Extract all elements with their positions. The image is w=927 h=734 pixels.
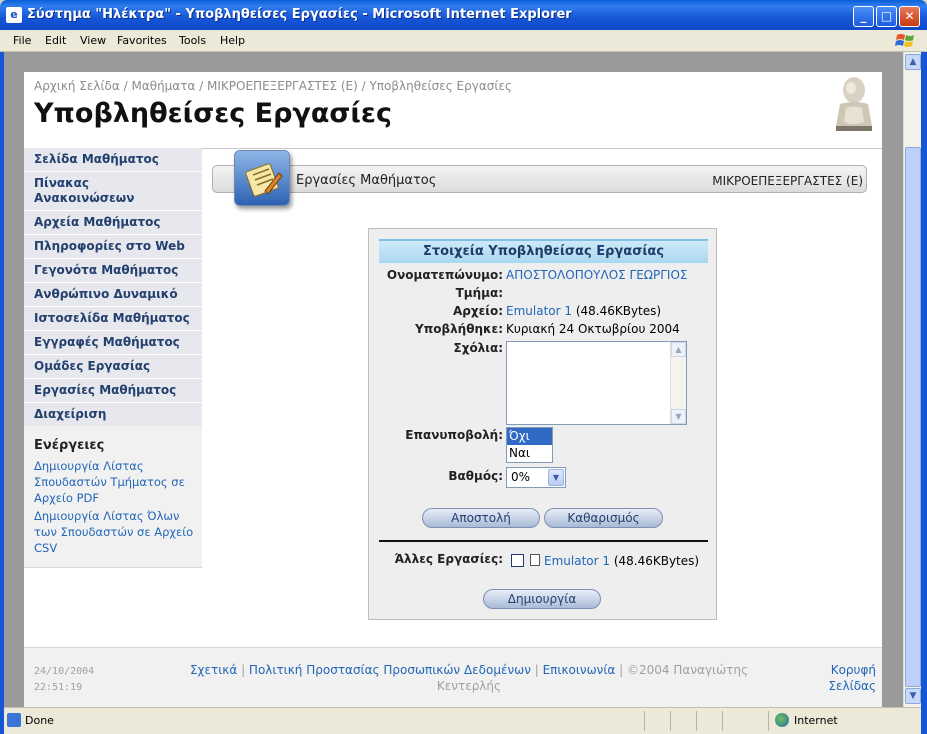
file-link[interactable]: Emulator 1	[506, 304, 572, 318]
footer-link-privacy[interactable]: Πολιτική Προστασίας Προσωπικών Δεδομένων	[249, 663, 531, 677]
status-separator	[670, 711, 671, 731]
menu-edit[interactable]: Edit	[45, 34, 66, 47]
window-frame-right	[921, 52, 927, 734]
browser-viewport: Αρχική Σελίδα / Μαθήματα / ΜΙΚΡΟΕΠΕΞΕΡΓΑ…	[4, 52, 903, 707]
other-assignments-label: Άλλες Εργασίες:	[394, 552, 503, 566]
sidebar-item-course-page[interactable]: Σελίδα Μαθήματος	[24, 148, 202, 172]
sidebar-item-staff[interactable]: Ανθρώπινο Δυναμικό	[24, 283, 202, 307]
sidebar-item-course-website[interactable]: Ιστοσελίδα Μαθήματος	[24, 307, 202, 331]
file-size: (48.46KBytes)	[572, 304, 662, 318]
sidebar: Σελίδα Μαθήματος Πίνακας Ανακοινώσεων Αρ…	[24, 148, 202, 568]
other-assignment-checkbox[interactable]	[511, 554, 524, 567]
sidebar-item-web-info[interactable]: Πληροφορίες στο Web	[24, 235, 202, 259]
scroll-up-icon[interactable]: ▲	[671, 342, 686, 357]
resubmit-listbox[interactable]: Όχι Ναι	[506, 427, 553, 463]
sidebar-item-course-events[interactable]: Γεγονότα Μαθήματος	[24, 259, 202, 283]
menu-favorites[interactable]: Favorites	[117, 34, 167, 47]
menu-tools[interactable]: Tools	[179, 34, 206, 47]
menu-bar: File Edit View Favorites Tools Help	[0, 30, 927, 52]
menu-view[interactable]: View	[80, 34, 106, 47]
submitted-label: Υποβλήθηκε:	[415, 322, 503, 336]
file-icon	[530, 554, 540, 566]
security-zone-label: Internet	[794, 714, 838, 727]
sidebar-item-work-groups[interactable]: Ομάδες Εργασίας	[24, 355, 202, 379]
window-title: Σύστημα "Ηλέκτρα" - Υποβληθείσες Εργασίε…	[27, 7, 572, 22]
comments-label: Σχόλια:	[453, 341, 504, 355]
windows-logo-icon	[895, 34, 914, 47]
section-course-name: ΜΙΚΡΟΕΠΕΞΕΡΓΑΣΤΕΣ (Ε)	[712, 174, 863, 188]
status-separator	[644, 711, 645, 731]
resubmit-option-no[interactable]: Όχι	[507, 428, 552, 445]
statue-logo-icon	[836, 77, 872, 131]
status-separator	[722, 711, 723, 731]
internet-zone-icon	[775, 713, 789, 727]
submission-details-box: Στοιχεία Υποβληθείσας Εργασίας Ονοματεπώ…	[368, 228, 717, 620]
submit-button[interactable]: Αποστολή	[422, 508, 540, 528]
other-file-value: Emulator 1 (48.46KBytes)	[544, 554, 699, 568]
status-bar: Done Internet	[4, 707, 921, 734]
minimize-button[interactable]: _	[853, 6, 874, 27]
ie-icon: e	[6, 7, 22, 23]
name-label: Ονοματεπώνυμο:	[386, 268, 503, 282]
grade-label: Βαθμός:	[448, 469, 503, 483]
sidebar-item-announcements[interactable]: Πίνακας Ανακοινώσεων	[24, 172, 202, 211]
maximize-button[interactable]: □	[876, 6, 897, 27]
scroll-up-icon[interactable]: ▲	[905, 54, 921, 70]
actions-panel: Ενέργειες Δημιουργία Λίστας Σπουδαστών Τ…	[24, 426, 202, 568]
breadcrumb[interactable]: Αρχική Σελίδα / Μαθήματα / ΜΙΚΡΟΕΠΕΞΕΡΓΑ…	[34, 79, 512, 93]
sidebar-item-course-files[interactable]: Αρχεία Μαθήματος	[24, 211, 202, 235]
footer-date: 24/10/2004	[34, 666, 95, 677]
student-name-link[interactable]: ΑΠΟΣΤΟΛΟΠΟΥΛΟΣ ΓΕΩΡΓΙΟΣ	[506, 268, 687, 282]
submitted-date: Κυριακή 24 Οκτωβρίου 2004	[506, 322, 680, 336]
sidebar-item-administration[interactable]: Διαχείριση	[24, 403, 202, 427]
file-label: Αρχείο:	[452, 304, 503, 318]
page-footer: 24/10/2004 22:51:19 Σχετικά | Πολιτική Π…	[24, 648, 882, 707]
status-separator	[768, 711, 769, 731]
action-create-pdf-list[interactable]: Δημιουργία Λίστας Σπουδαστών Τμήματος σε…	[34, 458, 194, 506]
back-to-top-link[interactable]: Κορυφή Σελίδας	[816, 662, 876, 694]
menu-file[interactable]: File	[13, 34, 31, 47]
footer-link-contact[interactable]: Επικοινωνία	[543, 663, 616, 677]
sidebar-item-assignments[interactable]: Εργασίες Μαθήματος	[24, 379, 202, 403]
section-title: Εργασίες Μαθήματος	[296, 173, 437, 188]
sidebar-item-enrollments[interactable]: Εγγραφές Μαθήματος	[24, 331, 202, 355]
resubmit-label: Επανυποβολή:	[405, 428, 503, 442]
chevron-down-icon[interactable]: ▼	[548, 469, 564, 486]
form-header: Στοιχεία Υποβληθείσας Εργασίας	[379, 239, 708, 263]
menu-help[interactable]: Help	[220, 34, 245, 47]
action-create-csv-list[interactable]: Δημιουργία Λίστας Όλων των Σπουδαστών σε…	[34, 508, 194, 556]
comments-scrollbar[interactable]: ▲ ▼	[670, 342, 686, 424]
grade-select[interactable]: 0% ▼	[506, 467, 566, 488]
actions-title: Ενέργειες	[34, 438, 105, 453]
grade-value: 0%	[511, 470, 531, 484]
clear-button[interactable]: Καθαρισμός	[544, 508, 663, 528]
assignments-icon	[234, 150, 290, 206]
page-scrollbar[interactable]: ▲ ▼	[903, 52, 921, 707]
resubmit-option-yes[interactable]: Ναι	[507, 445, 552, 462]
footer-links: Σχετικά | Πολιτική Προστασίας Προσωπικών…	[189, 663, 749, 693]
comments-textarea[interactable]: ▲ ▼	[506, 341, 687, 425]
status-separator	[696, 711, 697, 731]
footer-link-about[interactable]: Σχετικά	[190, 663, 237, 677]
page-title: Υποβληθείσες Εργασίες	[34, 98, 392, 129]
close-button[interactable]: ✕	[899, 6, 920, 27]
scroll-down-icon[interactable]: ▼	[671, 409, 686, 424]
footer-time: 22:51:19	[34, 682, 83, 693]
web-page: Αρχική Σελίδα / Μαθήματα / ΜΙΚΡΟΕΠΕΞΕΡΓΑ…	[24, 72, 882, 707]
content-divider	[202, 148, 882, 149]
form-divider	[379, 540, 708, 542]
other-file-link[interactable]: Emulator 1	[544, 554, 610, 568]
scrollbar-thumb[interactable]	[905, 147, 921, 687]
scroll-down-icon[interactable]: ▼	[905, 688, 921, 704]
status-text: Done	[25, 714, 54, 727]
file-value: Emulator 1 (48.46KBytes)	[506, 304, 661, 318]
window-titlebar: e Σύστημα "Ηλέκτρα" - Υποβληθείσες Εργασ…	[0, 0, 927, 30]
page-header: Αρχική Σελίδα / Μαθήματα / ΜΙΚΡΟΕΠΕΞΕΡΓΑ…	[24, 72, 882, 147]
other-file-size: (48.46KBytes)	[610, 554, 700, 568]
department-label: Τμήμα:	[455, 286, 503, 300]
page-status-icon	[7, 713, 21, 727]
create-button[interactable]: Δημιουργία	[483, 589, 601, 609]
